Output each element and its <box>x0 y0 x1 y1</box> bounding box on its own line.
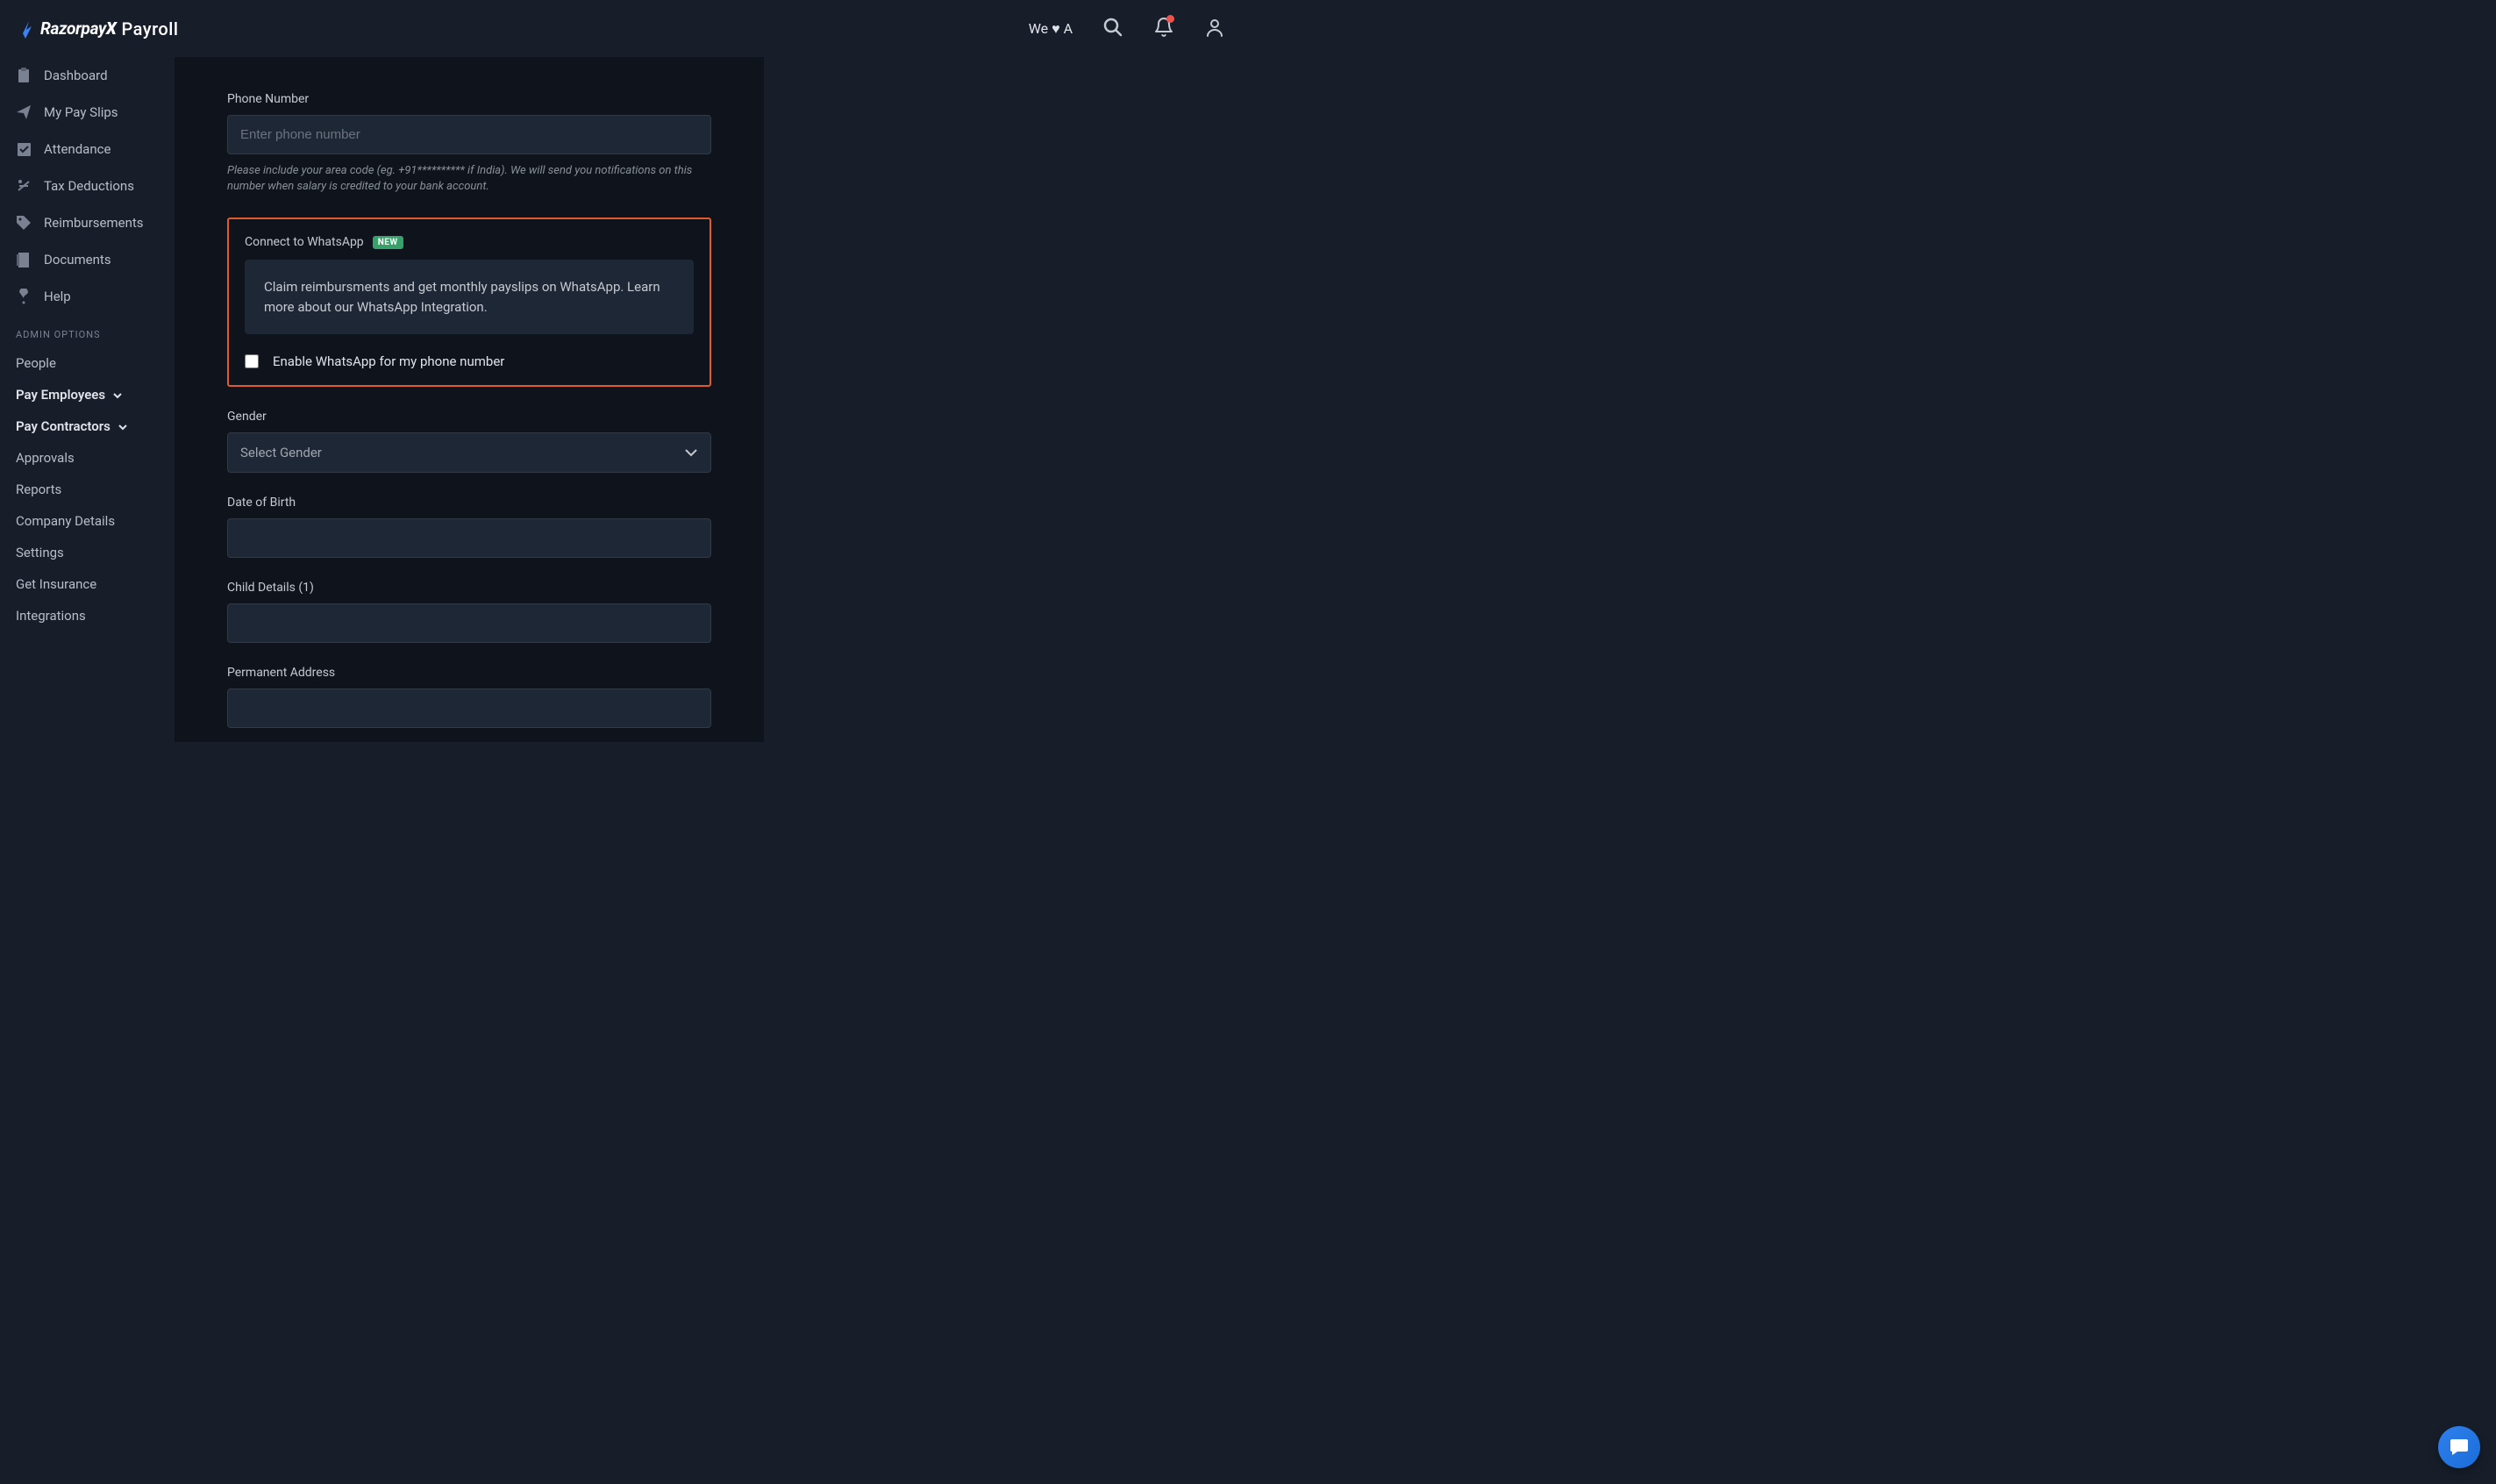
tag-icon <box>16 215 32 231</box>
new-badge: NEW <box>373 236 403 249</box>
search-icon <box>1102 17 1123 40</box>
clipboard-icon <box>16 68 32 83</box>
chat-support-button[interactable] <box>2438 1426 2480 1468</box>
chat-icon <box>2449 1436 2470 1459</box>
header-greeting: We ♥ A <box>1029 20 1073 38</box>
app-header: RazorpayX Payroll We ♥ A <box>0 0 1248 57</box>
permanent-address-label: Permanent Address <box>227 666 711 680</box>
sidebar-item-label: Attendance <box>44 141 111 157</box>
chevron-down-icon <box>684 445 698 460</box>
profile-button[interactable] <box>1202 17 1227 41</box>
help-icon <box>16 289 32 304</box>
gender-select[interactable]: Select Gender <box>227 432 711 473</box>
sidebar-admin-company-details[interactable]: Company Details <box>0 505 175 537</box>
admin-options-heading: Admin Options <box>0 315 175 347</box>
sidebar-admin-label: Integrations <box>16 608 86 624</box>
logo-area[interactable]: RazorpayX Payroll <box>21 18 178 39</box>
sidebar-admin-label: Approvals <box>16 450 75 466</box>
notifications-button[interactable] <box>1152 17 1176 41</box>
sidebar-item-label: Tax Deductions <box>44 178 134 194</box>
child-details-input[interactable] <box>227 603 711 643</box>
child-details-group: Child Details (1) <box>227 581 711 643</box>
phone-number-input[interactable] <box>227 115 711 154</box>
right-panel-filler <box>764 57 1248 742</box>
sidebar-admin-reports[interactable]: Reports <box>0 474 175 505</box>
sidebar-admin-label: Pay Employees <box>16 387 105 403</box>
search-button[interactable] <box>1101 17 1125 41</box>
chevron-down-icon <box>118 418 128 434</box>
gender-label: Gender <box>227 410 711 424</box>
sidebar-admin-pay-contractors[interactable]: Pay Contractors <box>0 410 175 442</box>
sidebar-item-label: Help <box>44 289 71 304</box>
sidebar-admin-label: Settings <box>16 545 64 560</box>
sidebar-item-reimbursements[interactable]: Reimbursements <box>0 204 175 241</box>
check-square-icon <box>16 141 32 157</box>
whatsapp-heading-label: Connect to WhatsApp <box>245 235 364 249</box>
razorpay-logo-icon <box>21 19 35 39</box>
dob-group: Date of Birth <box>227 496 711 558</box>
dob-label: Date of Birth <box>227 496 711 510</box>
sidebar-admin-settings[interactable]: Settings <box>0 537 175 568</box>
dob-input[interactable] <box>227 518 711 558</box>
sidebar-admin-label: Pay Contractors <box>16 418 111 434</box>
phone-number-label: Phone Number <box>227 92 711 106</box>
user-icon <box>1204 17 1225 40</box>
sidebar-item-label: My Pay Slips <box>44 104 118 120</box>
whatsapp-highlight-box: Connect to WhatsApp NEW Claim reimbursme… <box>227 218 711 387</box>
sidebar-admin-approvals[interactable]: Approvals <box>0 442 175 474</box>
sidebar-admin-label: People <box>16 355 56 371</box>
sidebar-admin-people[interactable]: People <box>0 347 175 379</box>
phone-number-group: Phone Number Please include your area co… <box>227 92 711 195</box>
gender-select-placeholder: Select Gender <box>240 445 322 460</box>
permanent-address-group: Permanent Address <box>227 666 711 728</box>
sidebar-item-documents[interactable]: Documents <box>0 241 175 278</box>
sidebar-item-label: Reimbursements <box>44 215 144 231</box>
sidebar-admin-pay-employees[interactable]: Pay Employees <box>0 379 175 410</box>
percent-icon <box>16 178 32 194</box>
sidebar-admin-label: Reports <box>16 482 61 497</box>
sidebar-item-tax-deductions[interactable]: Tax Deductions <box>0 168 175 204</box>
chevron-down-icon <box>112 387 123 403</box>
phone-helper-text: Please include your area code (eg. +91**… <box>227 163 711 195</box>
sidebar-item-label: Dashboard <box>44 68 108 83</box>
whatsapp-enable-checkbox[interactable] <box>245 354 259 368</box>
child-details-label: Child Details (1) <box>227 581 711 595</box>
sidebar-item-help[interactable]: Help <box>0 278 175 315</box>
sidebar-item-pay-slips[interactable]: My Pay Slips <box>0 94 175 131</box>
whatsapp-checkbox-label: Enable WhatsApp for my phone number <box>273 353 504 369</box>
sidebar-admin-label: Get Insurance <box>16 576 96 592</box>
product-name: Payroll <box>122 18 179 39</box>
notification-dot-icon <box>1166 15 1174 23</box>
permanent-address-input[interactable] <box>227 688 711 728</box>
sidebar-admin-label: Company Details <box>16 513 115 529</box>
folder-icon <box>16 252 32 268</box>
sidebar-admin-get-insurance[interactable]: Get Insurance <box>0 568 175 600</box>
sidebar-admin-integrations[interactable]: Integrations <box>0 600 175 631</box>
sidebar-item-label: Documents <box>44 252 111 268</box>
sidebar-item-attendance[interactable]: Attendance <box>0 131 175 168</box>
brand-name: RazorpayX <box>40 18 117 39</box>
main-content: Phone Number Please include your area co… <box>175 57 764 742</box>
sidebar-item-dashboard[interactable]: Dashboard <box>0 57 175 94</box>
whatsapp-info-text: Claim reimbursments and get monthly pays… <box>245 260 694 334</box>
send-icon <box>16 104 32 120</box>
sidebar: Dashboard My Pay Slips Attendance Tax De… <box>0 57 175 742</box>
gender-group: Gender Select Gender <box>227 410 711 473</box>
